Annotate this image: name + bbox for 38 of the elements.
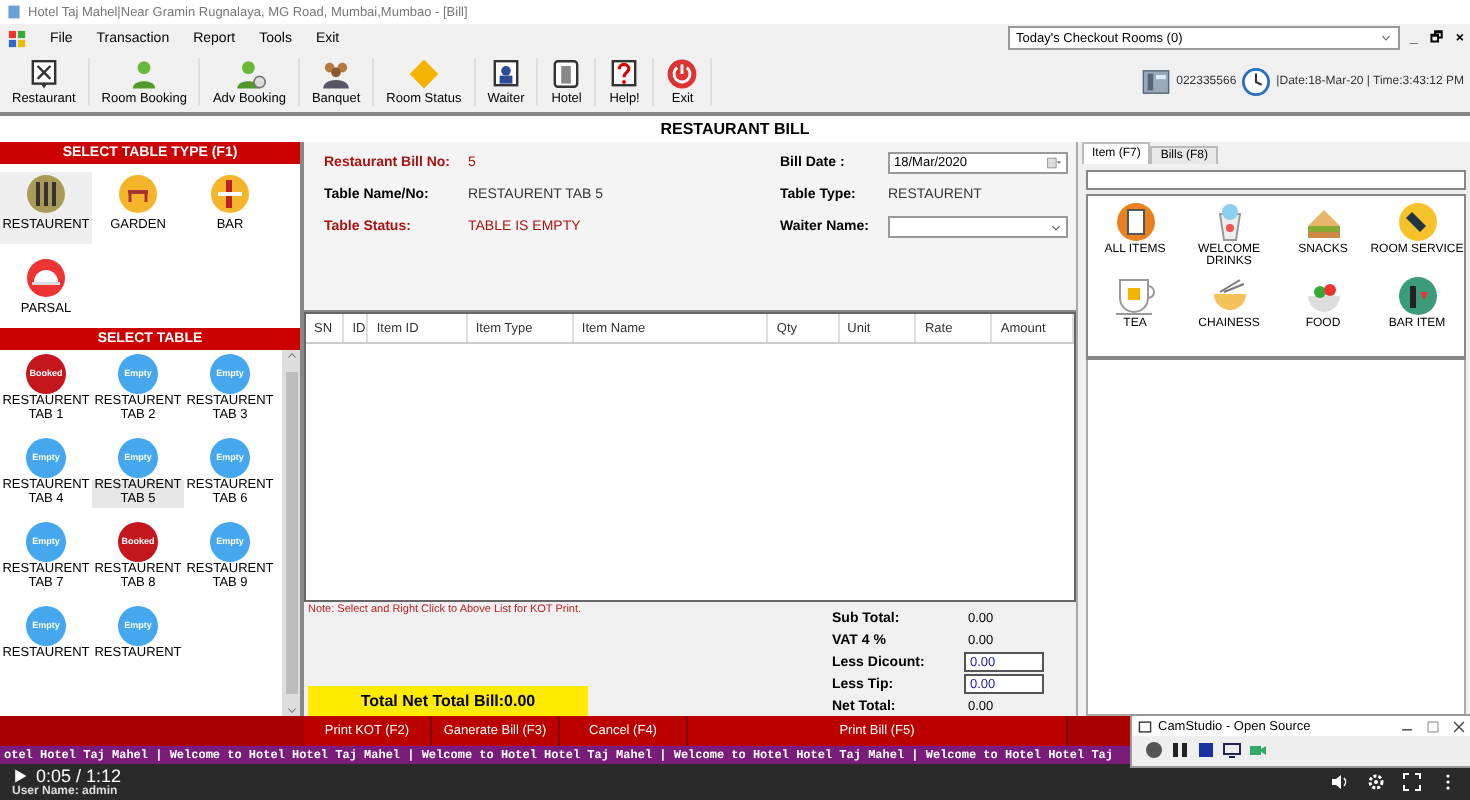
x-box-icon <box>27 58 60 90</box>
calendar-icon <box>1046 156 1062 170</box>
app-icon <box>8 29 26 47</box>
app-icon <box>6 4 22 20</box>
play-icon[interactable] <box>12 768 28 784</box>
screen-icon[interactable] <box>1222 740 1242 760</box>
chevron-down-icon[interactable] <box>285 706 297 716</box>
video-time: 0:05 / 1:12 <box>36 766 122 786</box>
waiter-dropdown[interactable] <box>888 216 1068 238</box>
group-icon <box>320 58 353 90</box>
teacup-icon <box>1115 276 1155 316</box>
question-icon <box>608 58 641 90</box>
scrollbar[interactable] <box>282 350 300 716</box>
speaker-icon[interactable] <box>1330 772 1350 792</box>
noodle-bowl-icon <box>1209 276 1249 316</box>
stop-icon[interactable] <box>1196 740 1216 760</box>
cloche-icon <box>26 258 66 298</box>
chevron-down-icon <box>1050 221 1062 233</box>
clock-icon <box>1242 68 1271 96</box>
diamond-sign-icon <box>407 58 440 90</box>
fullscreen-icon[interactable] <box>1402 772 1422 792</box>
notebook-icon <box>1115 202 1155 242</box>
person-clock-icon <box>233 58 266 90</box>
record-icon[interactable] <box>1144 740 1164 760</box>
telephone-icon <box>1142 68 1171 96</box>
building-icon <box>550 58 583 90</box>
power-icon <box>666 58 699 90</box>
person-icon <box>128 58 161 90</box>
chevron-down-icon <box>1380 32 1392 44</box>
bench-icon <box>118 174 158 214</box>
close-icon[interactable] <box>1452 719 1466 733</box>
chevron-up-icon[interactable] <box>285 350 297 360</box>
search-field[interactable] <box>1086 170 1466 190</box>
net-total-banner: Total Net Total Bill:0.00 <box>308 686 588 716</box>
section-heading: RESTAURANT BILL <box>0 116 1470 142</box>
settings-icon[interactable] <box>1366 772 1386 792</box>
pause-icon[interactable] <box>1170 740 1190 760</box>
waiter-icon <box>490 58 522 90</box>
